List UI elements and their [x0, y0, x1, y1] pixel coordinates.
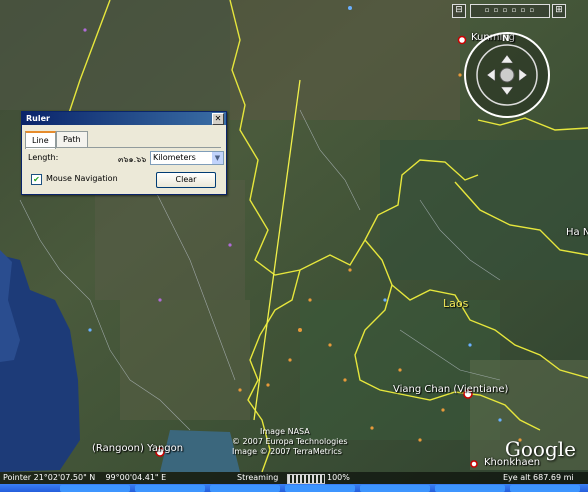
taskbar-button[interactable] [60, 485, 130, 492]
chevron-down-icon[interactable]: ▼ [212, 152, 223, 164]
streaming-label: Streaming [237, 473, 279, 482]
ruler-title: Ruler [26, 114, 50, 123]
credit-line: © 2007 Europa Technologies [232, 437, 348, 446]
taskbar-button[interactable] [135, 485, 205, 492]
credit-line: Image © 2007 TerraMetrics [232, 447, 342, 456]
taskbar-button[interactable] [435, 485, 505, 492]
taskbar-button[interactable] [285, 485, 355, 492]
navigation-control[interactable]: N [462, 30, 552, 120]
unit-select[interactable]: Kilometers ▼ [150, 151, 224, 165]
zoom-in-icon[interactable]: ⊞ [552, 4, 566, 18]
credit-line: Image NASA [260, 427, 310, 436]
city-label-yangon[interactable]: (Rangoon) Yangon [92, 443, 183, 454]
streaming-progress-bar [287, 474, 325, 484]
zoom-out-icon[interactable]: ⊟ [452, 4, 466, 18]
close-icon[interactable]: ✕ [212, 113, 224, 125]
clear-button[interactable]: Clear [156, 172, 216, 188]
unit-select-value: Kilometers [153, 153, 196, 162]
streaming-percent: 100% [327, 473, 350, 482]
city-label-vientiane[interactable]: Viang Chan (Vientiane) [393, 384, 508, 395]
google-logo: Google [504, 437, 576, 461]
pointer-coordinates: Pointer 21°02'07.50" N 99°00'04.41" E [3, 473, 167, 482]
taskbar-button[interactable] [510, 485, 580, 492]
ruler-dialog: Ruler ✕ Line Path Length: ๓๖๑.๖๖ Kilomet… [21, 111, 227, 195]
ruler-title-bar[interactable]: Ruler ✕ [22, 112, 226, 125]
mouse-navigation-checkbox[interactable]: ✔ [31, 174, 42, 185]
taskbar-button[interactable] [360, 485, 430, 492]
status-bar: Pointer 21°02'07.50" N 99°00'04.41" E St… [0, 472, 588, 484]
tab-path[interactable]: Path [56, 131, 88, 147]
taskbar-button[interactable] [210, 485, 280, 492]
length-label: Length: [28, 153, 59, 162]
eye-altitude: Eye alt 687.69 mi [503, 473, 574, 482]
country-label-laos: Laos [443, 297, 469, 310]
taskbar [0, 484, 588, 492]
tilt-slider-icon[interactable]: ▫ ▫ ▫ ▫ ▫ ▫ [470, 4, 550, 18]
svg-text:N: N [502, 34, 510, 44]
imagery-credits: Image NASA © 2007 Europa Technologies Im… [232, 427, 348, 457]
tab-divider [25, 147, 221, 148]
mouse-navigation-label: Mouse Navigation [46, 174, 118, 183]
length-value: ๓๖๑.๖๖ [118, 155, 147, 164]
city-label-ha-n[interactable]: Ha N [566, 227, 588, 238]
top-controls: ⊟ ▫ ▫ ▫ ▫ ▫ ▫ ⊞ [452, 4, 584, 20]
